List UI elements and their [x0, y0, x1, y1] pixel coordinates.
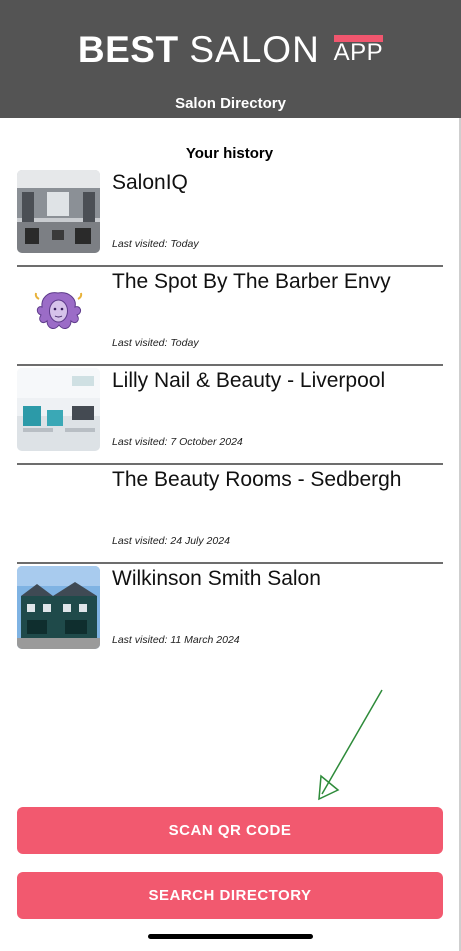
- history-item-wilkinson-smith[interactable]: Wilkinson Smith Salon Last visited: 11 M…: [17, 564, 443, 661]
- history-title: Your history: [185, 145, 274, 162]
- medusa-logo-icon: [17, 269, 100, 352]
- page-title: Salon Directory: [175, 95, 286, 112]
- salon-thumbnail: [17, 170, 100, 253]
- last-visited: Last visited: Today: [112, 238, 199, 250]
- logo-salon-text: SALON: [189, 29, 320, 70]
- salon-name: The Beauty Rooms - Sedbergh: [112, 468, 402, 491]
- logo-best-text: BEST: [77, 29, 179, 70]
- history-list: SalonIQ Last visited: Today The Spot By …: [17, 168, 443, 661]
- last-visited: Last visited: 7 October 2024: [112, 436, 243, 448]
- salon-thumbnail: [17, 566, 100, 649]
- history-item-lilly-nail[interactable]: Lilly Nail & Beauty - Liverpool Last vis…: [17, 366, 443, 465]
- last-visited: Last visited: 24 July 2024: [112, 535, 230, 547]
- logo-app-text: APP: [333, 39, 384, 66]
- history-item-saloniq[interactable]: SalonIQ Last visited: Today: [17, 168, 443, 267]
- search-directory-button[interactable]: SEARCH DIRECTORY: [17, 872, 443, 919]
- history-item-the-spot[interactable]: The Spot By The Barber Envy Last visited…: [17, 267, 443, 366]
- salon-name: Lilly Nail & Beauty - Liverpool: [112, 369, 386, 392]
- history-item-beauty-rooms[interactable]: The Beauty Rooms - Sedbergh Last visited…: [17, 465, 443, 564]
- salon-name: Wilkinson Smith Salon: [112, 567, 321, 590]
- app-header: BEST SALON APP Salon Directory: [0, 0, 461, 118]
- home-indicator[interactable]: [148, 934, 313, 939]
- salon-thumbnail: [17, 368, 100, 451]
- salon-name: SalonIQ: [112, 171, 188, 194]
- annotation-arrow-icon: [318, 689, 383, 801]
- scan-qr-code-button[interactable]: SCAN QR CODE: [17, 807, 443, 854]
- last-visited: Last visited: 11 March 2024: [112, 634, 240, 646]
- salon-name: The Spot By The Barber Envy: [112, 270, 391, 293]
- best-salon-app-logo: BEST SALON APP: [0, 30, 461, 70]
- logo-app-badge: APP: [333, 35, 384, 66]
- logo-app-bar: [333, 35, 384, 42]
- last-visited: Last visited: Today: [112, 337, 199, 349]
